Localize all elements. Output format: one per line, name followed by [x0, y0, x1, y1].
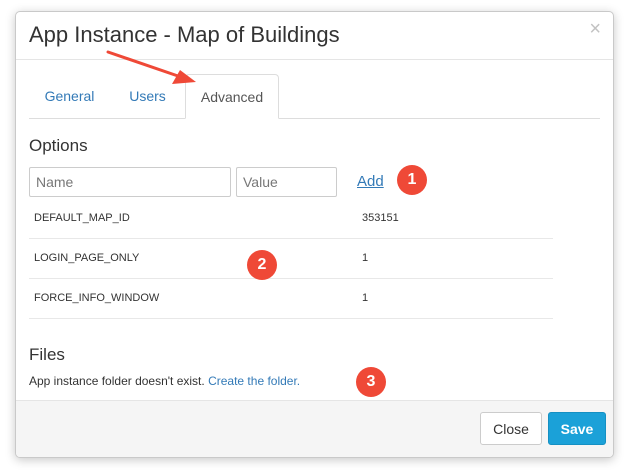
annotation-badge-1: 1 — [397, 165, 427, 195]
annotation-arrow — [106, 50, 196, 84]
arrow-shaft — [106, 50, 180, 78]
annotation-badge-3: 3 — [356, 367, 386, 397]
annotation-badge-2: 2 — [247, 250, 277, 280]
arrow-head — [172, 70, 196, 84]
